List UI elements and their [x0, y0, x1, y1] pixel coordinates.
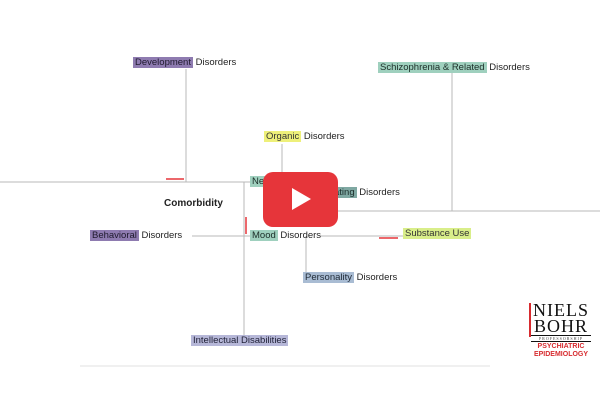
schizophrenia-disorders-node: Schizophrenia & Related Disorders — [378, 62, 530, 74]
schizophrenia-highlight: Schizophrenia & Related — [378, 62, 487, 73]
mood-disorders-node: Mood Disorders — [250, 230, 321, 242]
eating-disorders-node: ating Disorders — [332, 187, 400, 199]
schizophrenia-suffix: Disorders — [486, 62, 530, 73]
substance-highlight: Substance Use — [403, 228, 472, 239]
intellectual-disabilities-node: Intellectual Disabilities — [191, 335, 289, 347]
niels-bohr-logo: NIELS BOHR PROFESSORSHIP PSYCHIATRIC EPI… — [527, 301, 595, 359]
personality-disorders-node: Personality Disorders — [303, 272, 397, 284]
logo-line-2: BOHR — [533, 316, 588, 336]
personality-suffix: Disorders — [354, 272, 398, 283]
personality-highlight: Personality — [303, 272, 354, 283]
comorbidity-label: Comorbidity — [164, 198, 223, 209]
progress-track — [80, 365, 490, 367]
mood-suffix: Disorders — [277, 230, 322, 241]
development-disorders-node: Development Disorders — [133, 57, 236, 69]
video-thumbnail[interactable]: Development Disorders Schizophrenia & Re… — [0, 0, 600, 400]
behavioral-highlight: Behavioral — [90, 230, 139, 241]
play-button[interactable] — [263, 172, 338, 227]
mood-highlight: Mood — [250, 230, 278, 241]
organic-highlight: Organic — [264, 131, 302, 142]
organic-disorders-node: Organic Disorders — [264, 131, 345, 143]
logo-line-5: EPIDEMIOLOGY — [533, 351, 589, 358]
behavioral-suffix: Disorders — [138, 230, 183, 241]
development-highlight: Development — [133, 57, 193, 68]
intellectual-highlight: Intellectual Disabilities — [191, 335, 289, 346]
behavioral-disorders-node: Behavioral Disorders — [90, 230, 182, 242]
logo-line-4: PSYCHIATRIC — [537, 343, 585, 350]
logo-accent-bar — [529, 303, 531, 337]
eating-suffix: Disorders — [356, 187, 400, 198]
play-icon — [292, 188, 311, 210]
substance-use-node: Substance Use — [403, 228, 472, 240]
logo-line-3: PROFESSORSHIP — [531, 335, 591, 342]
organic-suffix: Disorders — [301, 131, 345, 142]
development-suffix: Disorders — [192, 57, 237, 68]
